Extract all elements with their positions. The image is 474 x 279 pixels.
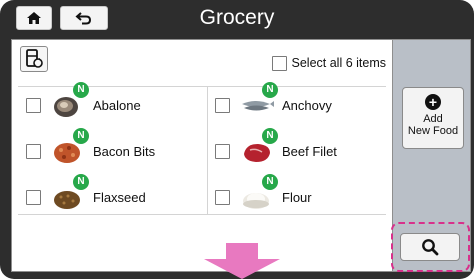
item-checkbox[interactable]: [215, 143, 230, 159]
new-badge: N: [262, 174, 278, 190]
divider: [207, 86, 208, 214]
food-item-flour[interactable]: N Flour: [215, 174, 312, 212]
app-screen: Grocery Select all 6 items N Abalone N A…: [0, 0, 474, 279]
item-checkbox[interactable]: [26, 143, 41, 159]
top-bar: Grocery: [0, 0, 474, 38]
abalone-image: N: [51, 82, 89, 120]
flaxseed-image: N: [51, 174, 89, 212]
add-button-label-line2: New Food: [407, 125, 459, 137]
item-checkbox[interactable]: [26, 189, 41, 205]
new-badge: N: [73, 174, 89, 190]
new-badge: N: [262, 82, 278, 98]
item-checkbox[interactable]: [26, 97, 41, 113]
anchovy-image: N: [240, 82, 278, 120]
item-checkbox[interactable]: [215, 97, 230, 113]
add-new-food-button[interactable]: + Add New Food: [402, 87, 464, 149]
fridge-refresh-icon: [26, 49, 43, 68]
select-all-label: Select all 6 items: [291, 56, 386, 70]
down-arrow-indicator: [204, 243, 280, 279]
food-item-abalone[interactable]: N Abalone: [26, 82, 141, 120]
item-label: Flour: [282, 189, 312, 205]
add-button-label-line1: Add: [423, 113, 443, 125]
flour-image: N: [240, 174, 278, 212]
select-all-checkbox[interactable]: [271, 55, 287, 71]
new-badge: N: [73, 128, 89, 144]
beef-filet-image: N: [240, 128, 278, 166]
item-label: Anchovy: [282, 97, 332, 113]
food-item-flaxseed[interactable]: N Flaxseed: [26, 174, 146, 212]
item-label: Abalone: [93, 97, 141, 113]
fridge-refresh-button[interactable]: [20, 46, 48, 72]
item-label: Beef Filet: [282, 143, 337, 159]
item-label: Flaxseed: [93, 189, 146, 205]
plus-circle-icon: +: [425, 94, 441, 110]
new-badge: N: [73, 82, 89, 98]
select-all-control[interactable]: Select all 6 items: [271, 54, 386, 72]
item-label: Bacon Bits: [93, 143, 156, 159]
food-item-anchovy[interactable]: N Anchovy: [215, 82, 332, 120]
food-item-bacon-bits[interactable]: N Bacon Bits: [26, 128, 156, 166]
page-title: Grocery: [199, 6, 275, 29]
divider: [18, 214, 386, 215]
new-badge: N: [262, 128, 278, 144]
food-list-panel: Select all 6 items N Abalone N Anchovy N…: [11, 39, 393, 272]
search-highlight-frame: [391, 222, 470, 272]
item-checkbox[interactable]: [215, 189, 230, 205]
bacon-bits-image: N: [51, 128, 89, 166]
food-item-beef-filet[interactable]: N Beef Filet: [215, 128, 337, 166]
